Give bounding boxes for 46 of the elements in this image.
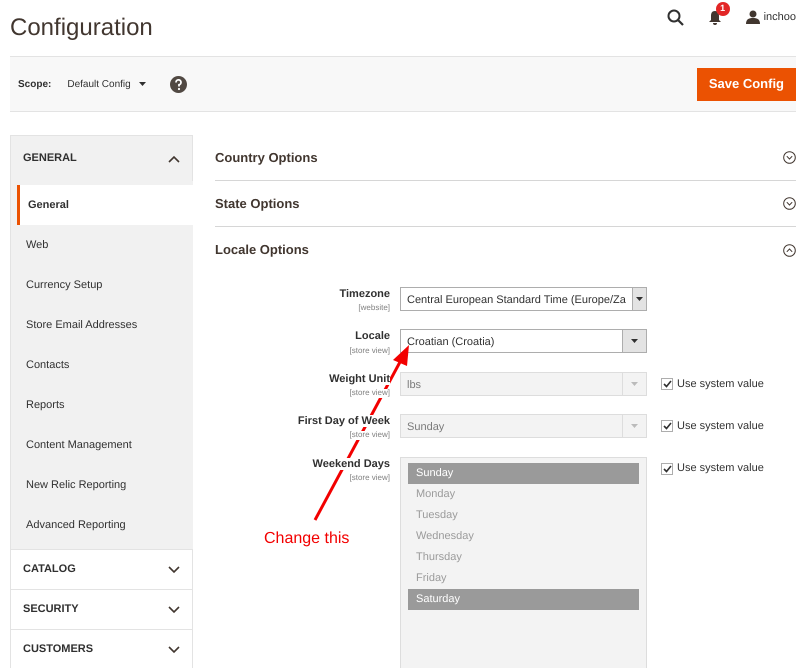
search-icon[interactable] [666, 8, 684, 26]
select-field[interactable]: Croatian (Croatia) [400, 329, 647, 354]
notification-count: 1 [716, 2, 730, 16]
field-label: Weekend Days [312, 458, 390, 470]
scope-note: [store view] [350, 431, 390, 440]
expand-icon [783, 197, 796, 210]
section-header[interactable]: State Options [215, 181, 796, 227]
field-label: Timezone [339, 288, 390, 300]
user-menu[interactable]: inchoo [764, 8, 796, 26]
scope-label: Scope: [18, 78, 52, 92]
select-field[interactable]: Central European Standard Time (Europe/Za [400, 287, 647, 311]
field-label: Weight Unit [329, 372, 390, 385]
chevron-up-icon [168, 154, 180, 162]
section-header[interactable]: Locale Options [215, 227, 796, 273]
checkbox-label: Use system value [677, 418, 764, 434]
chevron-down-icon [168, 606, 180, 614]
sidebar-group[interactable]: GENERAL [10, 135, 193, 181]
sidebar-group[interactable]: SECURITY [10, 589, 193, 629]
sidebar-item[interactable]: General [17, 185, 193, 225]
scope-note: [store view] [350, 346, 390, 356]
chevron-down-icon [168, 646, 180, 654]
scope-note: [store view] [350, 388, 390, 398]
user-icon [746, 10, 760, 24]
sidebar-group[interactable]: CATALOG [10, 549, 193, 589]
annotation-text: Change this [264, 529, 350, 549]
caret-icon[interactable] [631, 339, 638, 344]
select-field: lbs [400, 372, 647, 396]
scope-dropdown[interactable]: Default Config [67, 76, 146, 92]
caret-icon [138, 82, 146, 86]
field-label: Locale [355, 330, 390, 342]
caret-icon[interactable] [636, 297, 643, 301]
help-icon[interactable] [170, 76, 187, 92]
select-field: Sunday [400, 414, 647, 438]
collapse-icon [783, 244, 796, 256]
scope-note: [store view] [350, 474, 390, 482]
sidebar-group[interactable]: CUSTOMERS [10, 629, 193, 668]
page-title: Configuration [10, 13, 153, 43]
chevron-down-icon [168, 566, 180, 574]
checkbox-label: Use system value [677, 376, 764, 392]
scope-note: [website] [358, 304, 390, 313]
checkbox-label: Use system value [677, 461, 764, 476]
save-config-button[interactable]: Save Config [696, 68, 796, 100]
expand-icon [783, 151, 796, 164]
bell-icon[interactable] [708, 10, 722, 26]
field-label: First Day of Week [298, 415, 390, 428]
section-header[interactable]: Country Options [215, 135, 796, 181]
